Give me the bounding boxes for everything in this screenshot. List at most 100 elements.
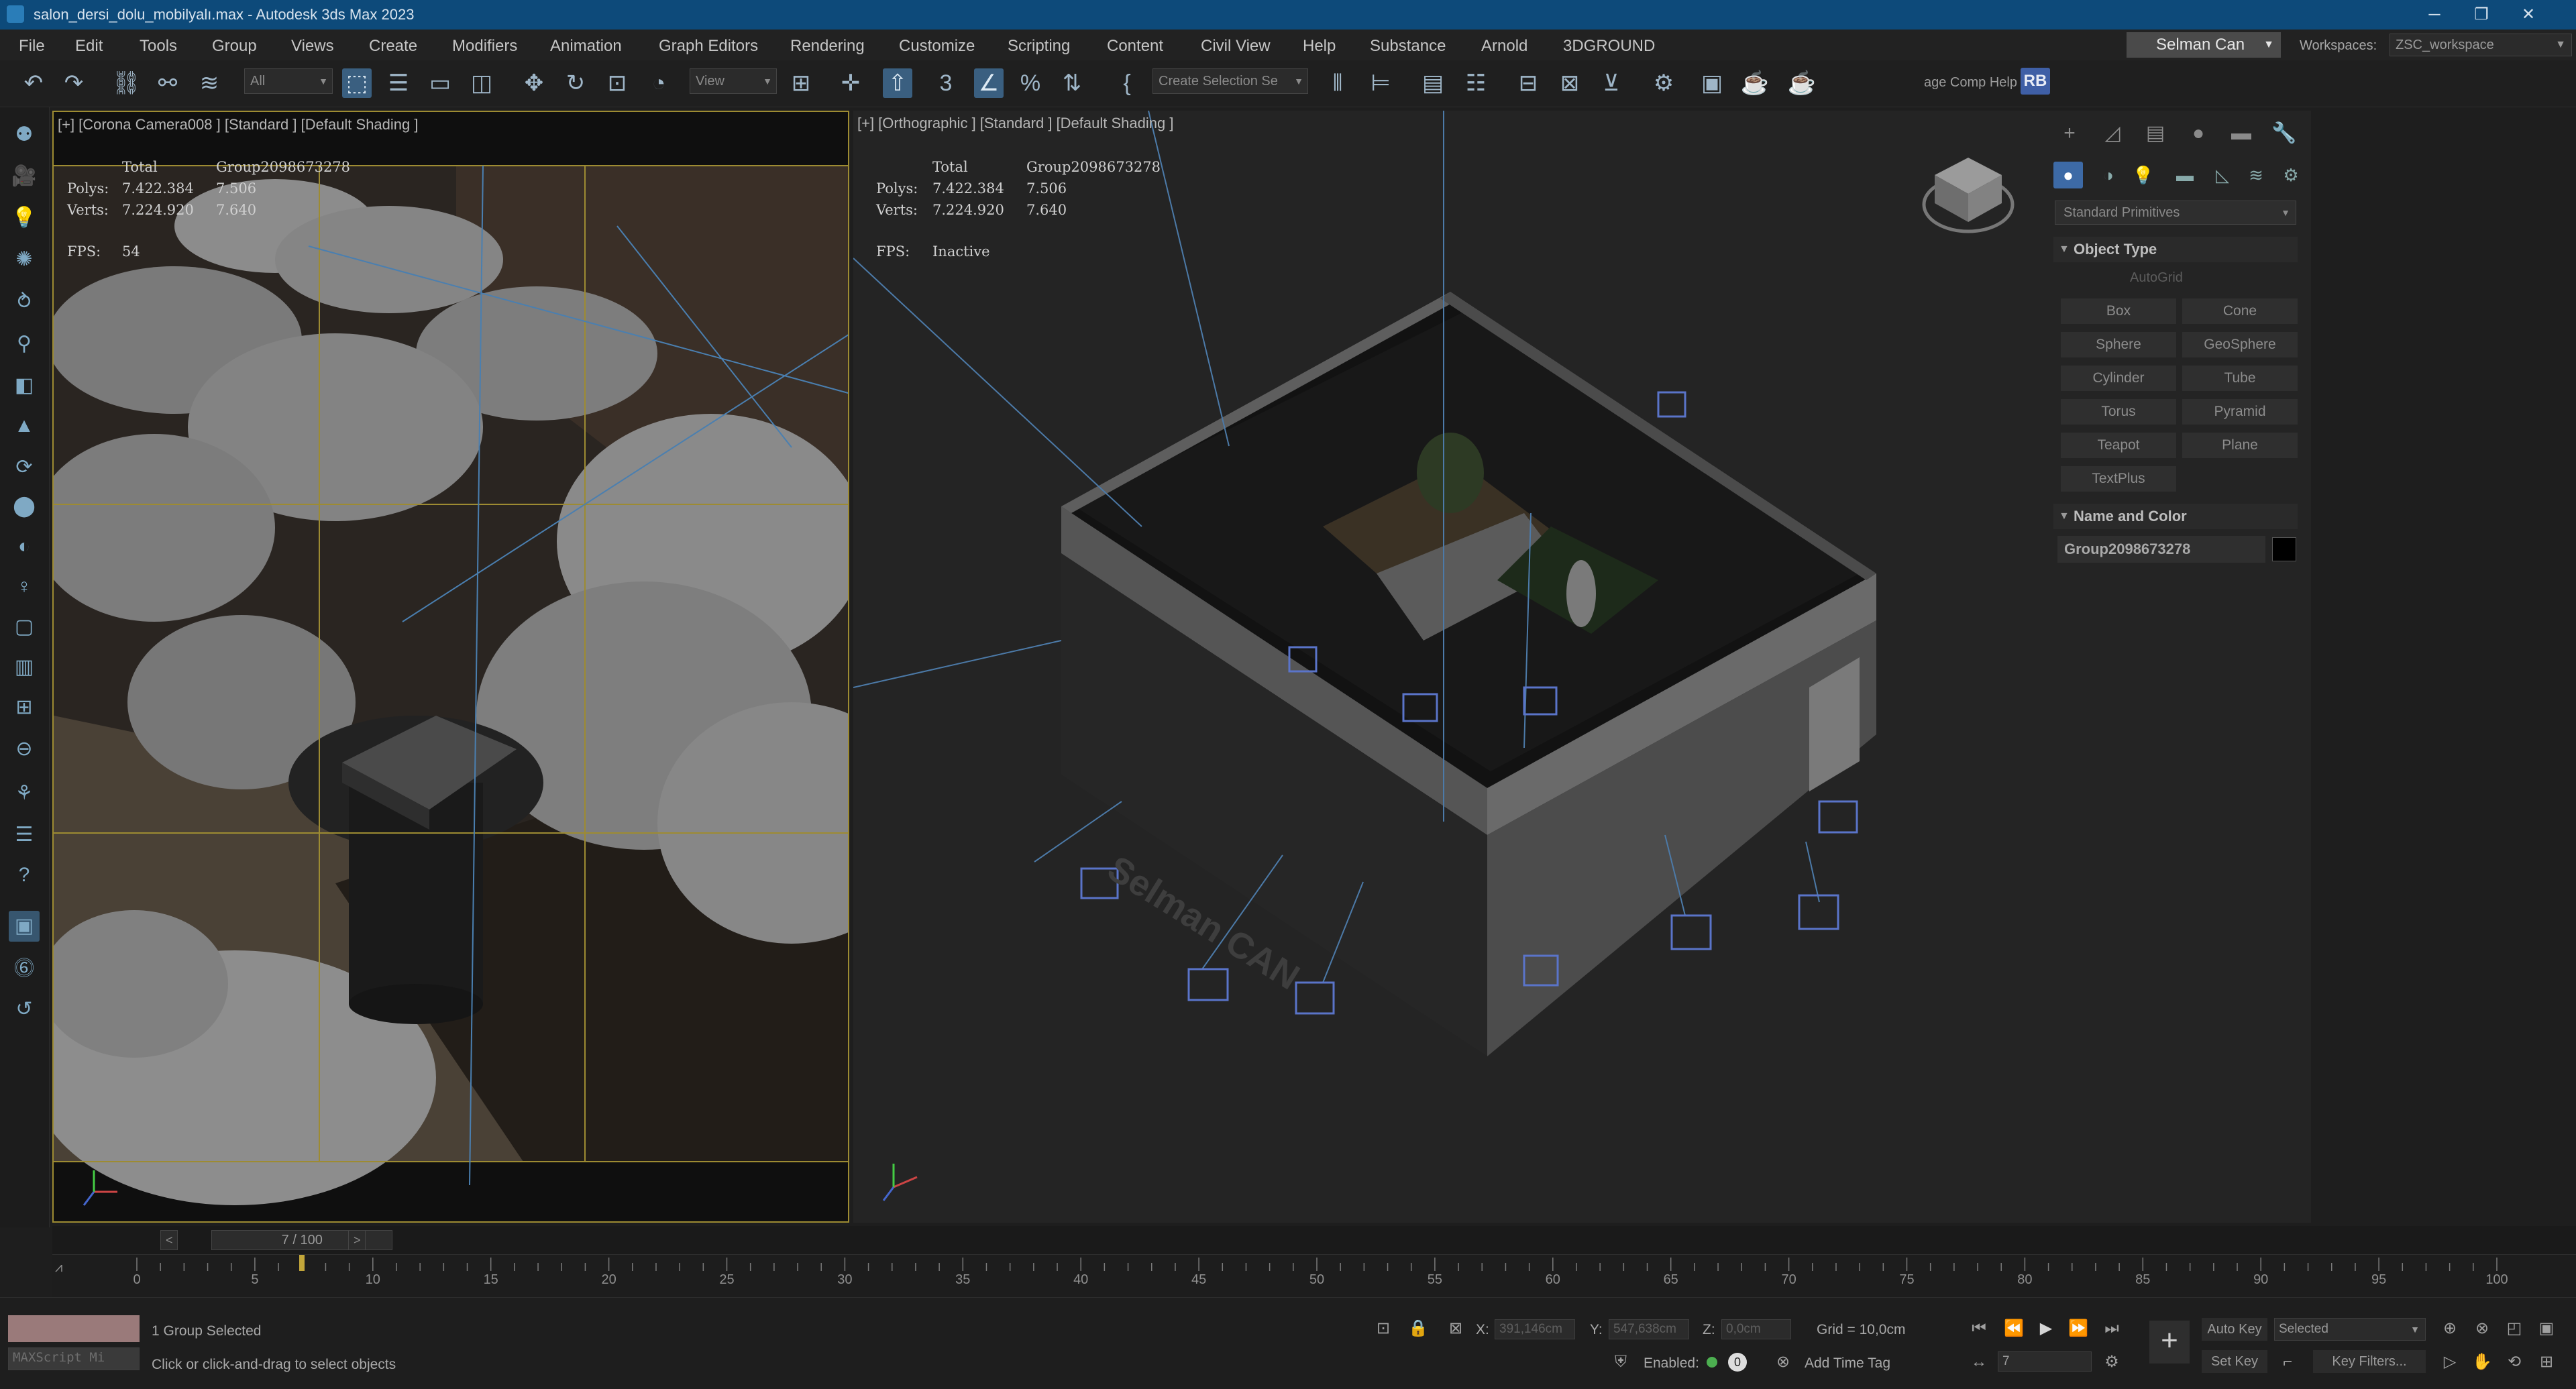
utilities-tab-icon[interactable]: 🔧 <box>2268 120 2300 147</box>
tool-orbit-icon[interactable]: ⊖ <box>9 734 40 765</box>
menu-help[interactable]: Help <box>1303 37 1336 56</box>
bind-to-space-warp-icon[interactable]: ≋ <box>195 68 224 98</box>
window-crossing-icon[interactable]: ◫ <box>467 68 496 98</box>
rb-button[interactable]: RB <box>2021 68 2050 95</box>
select-and-move-icon[interactable]: ✥ <box>519 68 549 98</box>
menu-arnold[interactable]: Arnold <box>1481 37 1527 56</box>
tool-utility-icon[interactable]: ⟳ <box>9 452 40 483</box>
teapot-button[interactable]: Teapot <box>2061 433 2176 458</box>
time-tag-icon[interactable]: ⊗ <box>1770 1350 1796 1374</box>
go-to-start-icon[interactable]: ⏮ <box>1966 1317 1992 1341</box>
render-production-icon[interactable]: ☕ <box>1740 68 1770 98</box>
camera-viewport[interactable]: [+] [Corona Camera008 ] [Standard ] [Def… <box>52 111 849 1223</box>
lights-icon[interactable]: 💡 <box>2129 162 2158 188</box>
user-account-dropdown[interactable]: Selman Can ▼ <box>2127 32 2281 58</box>
render-iterative-icon[interactable]: ☕ <box>1787 68 1817 98</box>
key-filter-icon[interactable]: ⌐ <box>2274 1350 2301 1374</box>
spinner-snap-icon[interactable]: ⇅ <box>1057 68 1087 98</box>
next-frame-icon[interactable]: ⏩ <box>2065 1317 2092 1341</box>
object-color-swatch[interactable] <box>2272 537 2296 561</box>
key-filters-button[interactable]: Key Filters... <box>2313 1350 2426 1373</box>
select-by-name-icon[interactable]: ☰ <box>384 68 413 98</box>
undo-icon[interactable]: ↶ <box>19 68 48 98</box>
auto-key-button[interactable]: Auto Key <box>2202 1318 2267 1341</box>
reference-coordinate-dropdown[interactable]: View ▼ <box>690 68 777 94</box>
create-tab-icon[interactable]: + <box>2053 120 2086 147</box>
zoom-all-icon[interactable]: ⊗ <box>2469 1317 2496 1341</box>
pan-view-icon[interactable]: ✋ <box>2469 1350 2496 1374</box>
primitive-category-dropdown[interactable]: Standard Primitives ▼ <box>2055 201 2296 225</box>
select-and-scale-icon[interactable]: ⊡ <box>602 68 632 98</box>
redo-icon[interactable]: ↷ <box>59 68 89 98</box>
key-set-dropdown[interactable]: Selected ▼ <box>2274 1318 2426 1341</box>
render-frame-window-icon[interactable]: ▣ <box>1697 68 1727 98</box>
maximize-viewport-icon[interactable]: ⊞ <box>2533 1350 2560 1374</box>
torus-button[interactable]: Torus <box>2061 399 2176 425</box>
geosphere-button[interactable]: GeoSphere <box>2182 332 2298 357</box>
layer-explorer-icon[interactable]: ☷ <box>1461 68 1491 98</box>
cameras-icon[interactable]: 🎥 <box>9 161 40 192</box>
tool-panel-icon[interactable]: ▥ <box>9 652 40 683</box>
menu-tools[interactable]: Tools <box>140 37 177 56</box>
go-to-end-icon[interactable]: ⏭ <box>2098 1317 2125 1341</box>
previous-frame-icon[interactable]: ⏪ <box>2000 1317 2027 1341</box>
selection-lock-icon[interactable]: 🔒 <box>1405 1317 1432 1341</box>
help-icon[interactable]: ? <box>9 860 40 891</box>
tool-box-icon[interactable]: ▢ <box>9 612 40 643</box>
workspace-dropdown[interactable]: ZSC_workspace ▼ <box>2390 34 2572 56</box>
curve-editor-icon[interactable]: ⊟ <box>1513 68 1543 98</box>
cone-button[interactable]: Cone <box>2182 298 2298 324</box>
zoom-extents-all-icon[interactable]: ▣ <box>2533 1317 2560 1341</box>
create-scene-icon[interactable]: ⚉ <box>9 119 40 150</box>
cylinder-button[interactable]: Cylinder <box>2061 366 2176 391</box>
tool-sphere-icon[interactable]: ◐ <box>9 531 40 562</box>
menu-graph-editors[interactable]: Graph Editors <box>659 37 758 56</box>
track-bar[interactable]: ⩘ 0 5 10 15 20 25 30 35 40 45 50 55 60 65 70 75 80 85 90 95… <box>52 1254 2576 1297</box>
scene-explorer-icon[interactable]: ▤ <box>1418 68 1448 98</box>
menu-views[interactable]: Views <box>291 37 334 56</box>
orbit-icon[interactable]: ⟲ <box>2501 1350 2528 1374</box>
unlink-icon[interactable]: ⚯ <box>153 68 182 98</box>
close-button[interactable]: ✕ <box>2505 3 2552 27</box>
textplus-button[interactable]: TextPlus <box>2061 466 2176 492</box>
render-setup-icon[interactable]: ⚙ <box>1649 68 1678 98</box>
plane-button[interactable]: Plane <box>2182 433 2298 458</box>
zoom-icon[interactable]: ⊕ <box>2436 1317 2463 1341</box>
geometry-icon[interactable]: ● <box>2053 162 2083 188</box>
key-mode-icon[interactable]: ↔ <box>1966 1350 1992 1374</box>
menu-customize[interactable]: Customize <box>899 37 975 56</box>
sphere-button[interactable]: Sphere <box>2061 332 2176 357</box>
menu-group[interactable]: Group <box>212 37 257 56</box>
select-and-manipulate-icon[interactable]: ✛ <box>836 68 865 98</box>
menu-file[interactable]: File <box>19 37 45 56</box>
hierarchy-tab-icon[interactable]: ▤ <box>2139 120 2171 147</box>
maxscript-mini-listener[interactable]: MAXScript Mi <box>8 1347 140 1370</box>
viewport-label[interactable]: [+] [Orthographic ] [Standard ] [Default… <box>857 115 1173 132</box>
tool-grid-icon[interactable]: ⊞ <box>9 692 40 723</box>
tool-light-icon[interactable]: ♀ <box>9 571 40 602</box>
helpers-icon[interactable]: ✺ <box>9 244 40 275</box>
adaptive-degradation-icon[interactable]: ⛨ <box>1607 1350 1634 1374</box>
tool-rotate-icon[interactable]: ⥁ <box>9 287 40 318</box>
menu-create[interactable]: Create <box>369 37 417 56</box>
object-type-rollout[interactable]: ▼ Object Type <box>2053 237 2298 262</box>
select-object-icon[interactable]: ⬚ <box>342 68 372 98</box>
schematic-view-icon[interactable]: ⊠ <box>1555 68 1585 98</box>
select-and-link-icon[interactable]: ⛓ <box>111 68 141 98</box>
material-editor-icon[interactable]: ⊻ <box>1597 68 1626 98</box>
current-frame-marker[interactable] <box>299 1255 305 1271</box>
menu-animation[interactable]: Animation <box>550 37 622 56</box>
keyboard-shortcut-override-icon[interactable]: ⇧ <box>883 68 912 98</box>
tool-60-icon[interactable]: ⓺ <box>9 954 40 985</box>
current-frame-field[interactable]: 7 <box>1998 1351 2092 1372</box>
orthographic-viewport[interactable]: [+] [Orthographic ] [Standard ] [Default… <box>853 111 2043 1223</box>
z-coordinate-field[interactable]: 0,0cm <box>1721 1319 1791 1339</box>
menu-rendering[interactable]: Rendering <box>790 37 865 56</box>
motion-tab-icon[interactable]: ● <box>2182 120 2214 147</box>
lights-icon[interactable]: 💡 <box>9 203 40 233</box>
menu-content[interactable]: Content <box>1107 37 1163 56</box>
select-and-place-icon[interactable]: ◔ <box>644 68 674 98</box>
pivot-center-icon[interactable]: ⊞ <box>786 68 816 98</box>
tube-button[interactable]: Tube <box>2182 366 2298 391</box>
autogrid-checkbox[interactable]: AutoGrid <box>2130 270 2183 286</box>
